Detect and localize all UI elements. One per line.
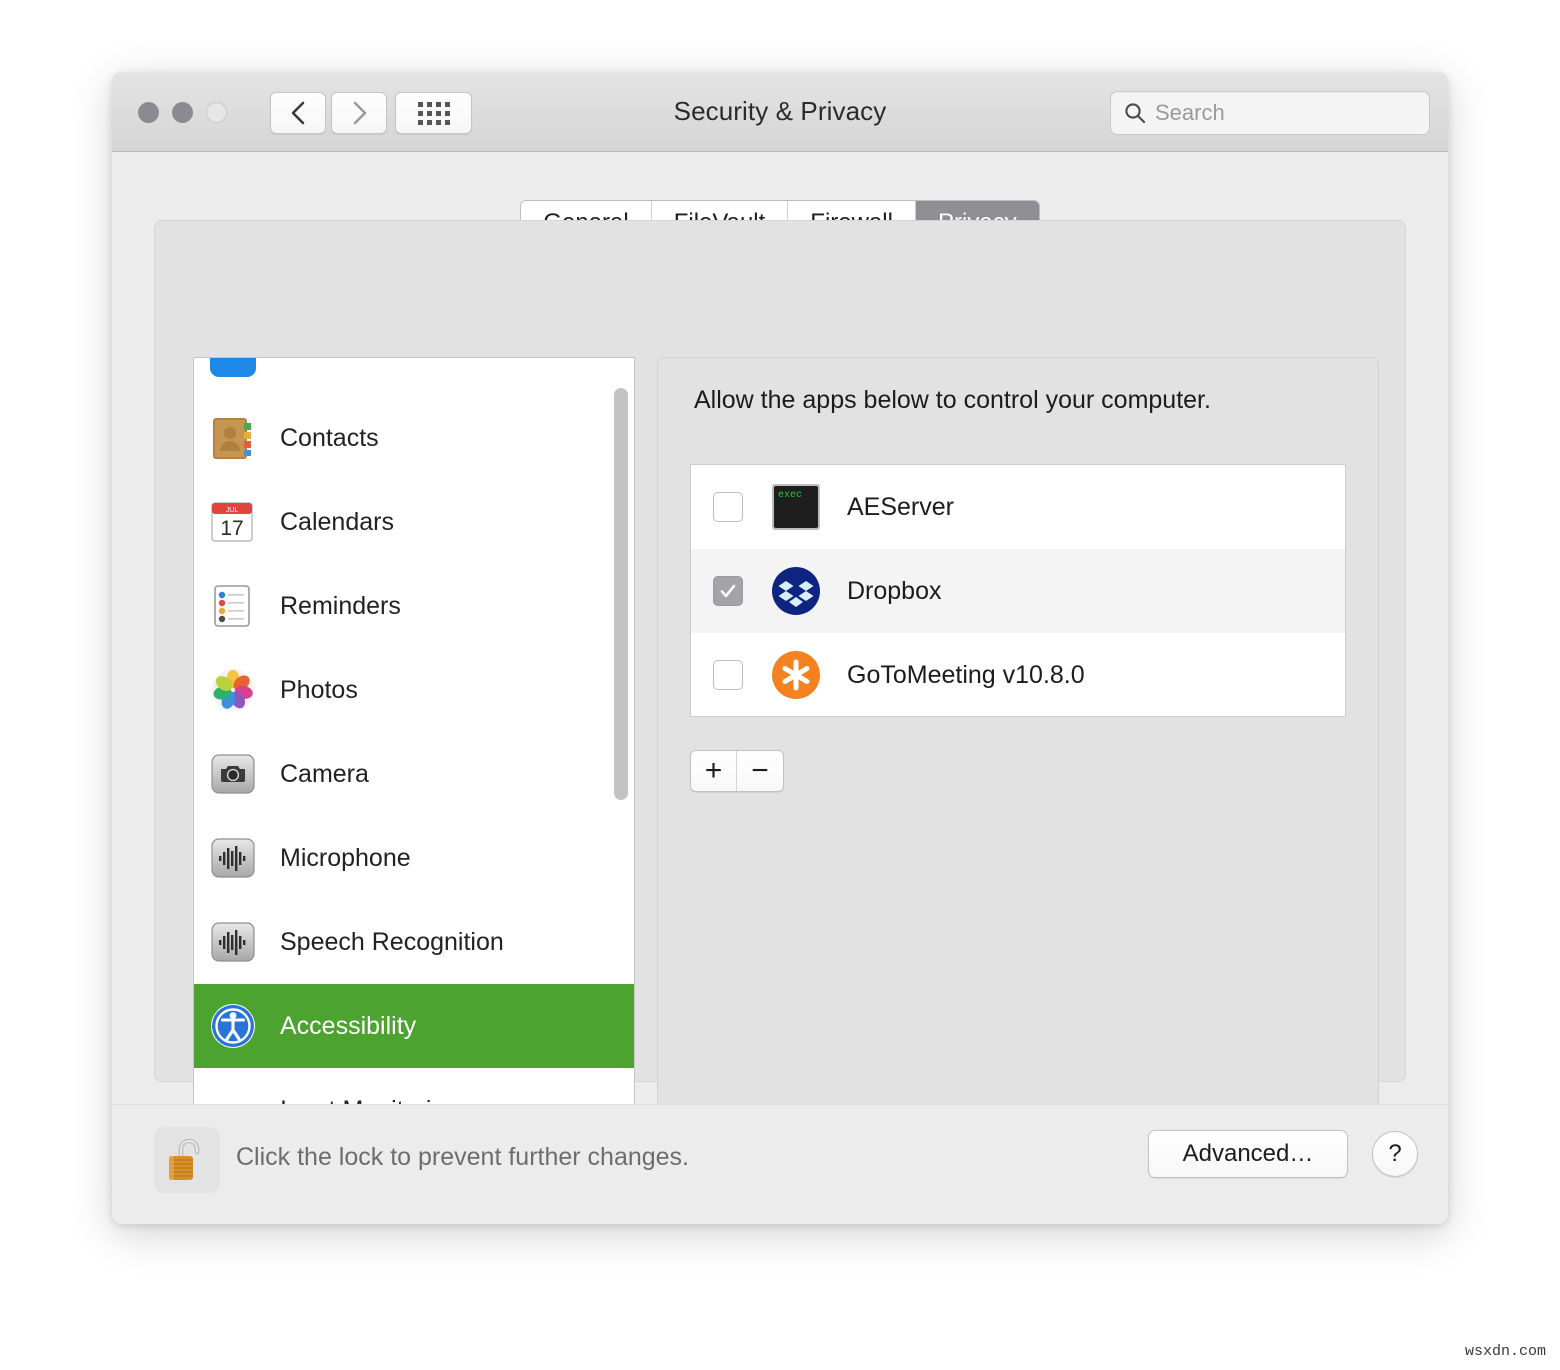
app-name: AEServer [847, 492, 954, 521]
app-checkbox[interactable] [713, 660, 743, 690]
table-row[interactable]: exec AEServer [691, 465, 1345, 549]
privacy-content-panel: Contacts JUL 17 Calendars Reminders Phot… [154, 220, 1406, 1113]
advanced-button[interactable]: Advanced… [1148, 1130, 1348, 1178]
gotomeeting-icon [769, 648, 823, 702]
search-icon [1125, 103, 1146, 124]
photos-icon [206, 663, 260, 717]
app-checkbox[interactable] [713, 492, 743, 522]
remove-app-button[interactable]: − [737, 751, 783, 791]
open-padlock-icon [169, 1138, 200, 1180]
sidebar-item-location-services[interactable] [194, 358, 634, 396]
system-preferences-window: Security & Privacy General FileVault Fir… [112, 72, 1448, 1224]
sidebar-item-label: Camera [280, 759, 369, 788]
lock-message: Click the lock to prevent further change… [236, 1143, 690, 1171]
window-titlebar: Security & Privacy [112, 72, 1448, 152]
table-row[interactable]: GoToMeeting v10.8.0 [691, 633, 1345, 716]
sidebar-item-label: Calendars [280, 507, 394, 536]
sidebar-item-label: Accessibility [280, 1011, 417, 1040]
sidebar-item-reminders[interactable]: Reminders [194, 564, 634, 648]
sidebar-item-label: Reminders [280, 591, 401, 620]
contacts-icon [206, 411, 260, 465]
svg-text:JUL: JUL [226, 507, 239, 514]
privacy-category-list[interactable]: Contacts JUL 17 Calendars Reminders Phot… [193, 357, 635, 1113]
checkmark-icon [720, 584, 736, 598]
dropbox-icon [769, 564, 823, 618]
sidebar-item-photos[interactable]: Photos [194, 648, 634, 732]
sidebar-item-label: Microphone [280, 843, 411, 872]
window-footer: Click the lock to prevent further change… [112, 1104, 1448, 1224]
reminders-icon [206, 579, 260, 633]
app-permission-pane: Allow the apps below to control your com… [657, 357, 1379, 1113]
app-name: Dropbox [847, 576, 942, 605]
sidebar-item-microphone[interactable]: Microphone [194, 816, 634, 900]
sidebar-scrollbar-thumb[interactable] [614, 388, 628, 800]
accessibility-icon [206, 999, 260, 1053]
app-checkbox[interactable] [713, 576, 743, 606]
sidebar-scrollbar[interactable] [612, 366, 630, 1106]
add-app-button[interactable]: + [691, 751, 737, 791]
pane-description: Allow the apps below to control your com… [694, 386, 1211, 414]
speech-recognition-icon [206, 915, 260, 969]
add-remove-controls: + − [690, 750, 784, 792]
sidebar-item-calendars[interactable]: JUL 17 Calendars [194, 480, 634, 564]
calendar-icon: JUL 17 [206, 495, 260, 549]
privacy-category-scroll-content: Contacts JUL 17 Calendars Reminders Phot… [194, 358, 634, 1112]
sidebar-item-label: Photos [280, 675, 358, 704]
svg-text:17: 17 [220, 517, 243, 540]
search-field[interactable] [1110, 91, 1430, 135]
sidebar-item-accessibility[interactable]: Accessibility [194, 984, 634, 1068]
watermark: wsxdn.com [1464, 1343, 1546, 1360]
aeserver-icon: exec [769, 480, 823, 534]
microphone-icon [206, 831, 260, 885]
svg-text:exec: exec [778, 490, 802, 501]
sidebar-item-speech-recognition[interactable]: Speech Recognition [194, 900, 634, 984]
help-button[interactable]: ? [1372, 1131, 1418, 1177]
table-row[interactable]: Dropbox [691, 549, 1345, 633]
sidebar-item-label: Speech Recognition [280, 927, 504, 956]
sidebar-item-contacts[interactable]: Contacts [194, 396, 634, 480]
sidebar-item-camera[interactable]: Camera [194, 732, 634, 816]
lock-button[interactable] [154, 1127, 220, 1193]
location-services-icon [206, 358, 260, 381]
allowed-apps-list[interactable]: exec AEServer Dropbox GoToMeeting v10.8.… [690, 464, 1346, 717]
sidebar-item-label: Contacts [280, 423, 379, 452]
camera-icon [206, 747, 260, 801]
app-name: GoToMeeting v10.8.0 [847, 660, 1085, 689]
search-input[interactable] [1155, 100, 1417, 126]
